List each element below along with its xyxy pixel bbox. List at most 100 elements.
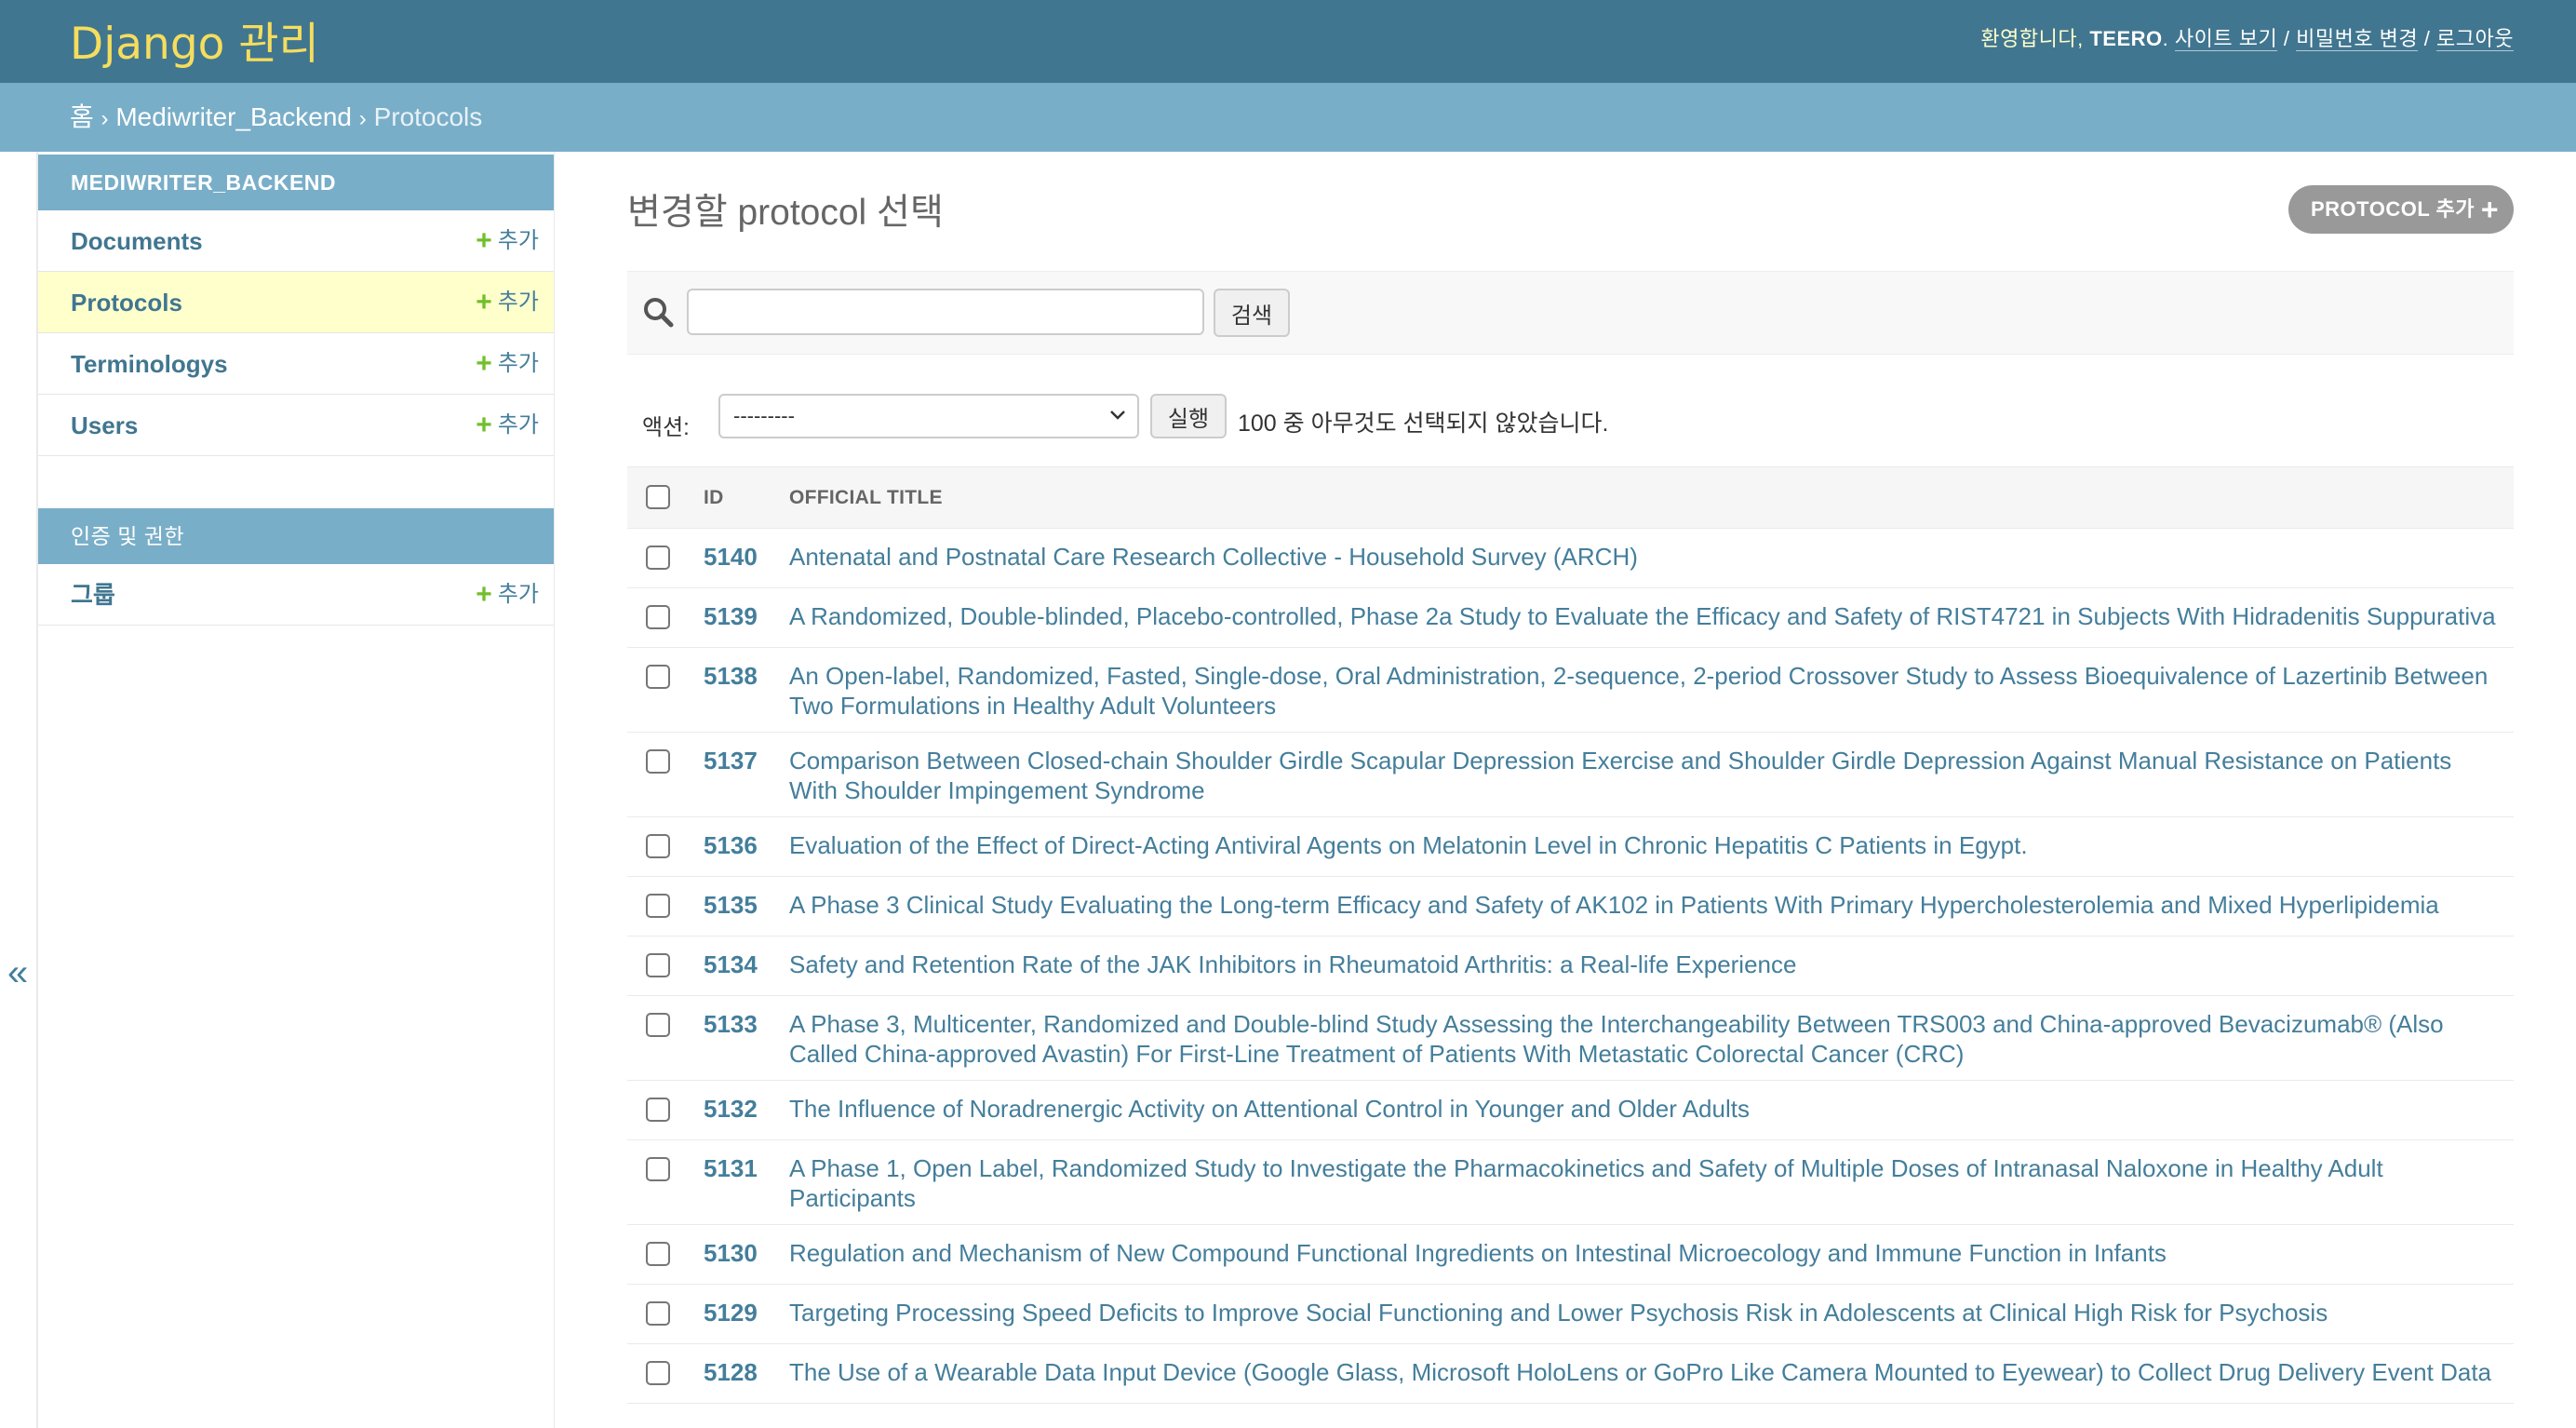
row-id-link[interactable]: 5131 xyxy=(704,1154,758,1182)
row-id-link[interactable]: 5130 xyxy=(704,1239,758,1267)
add-groups-link[interactable]: + 추가 xyxy=(476,564,539,626)
row-id-link[interactable]: 5140 xyxy=(704,543,758,571)
app-caption[interactable]: MEDIWRITER_BACKEND xyxy=(38,155,554,210)
row-checkbox-cell xyxy=(627,732,704,817)
row-checkbox-cell xyxy=(627,647,704,733)
row-title-link[interactable]: An Open-label, Randomized, Fasted, Singl… xyxy=(789,662,2488,720)
column-header-id[interactable]: ID xyxy=(704,466,789,529)
add-users-link[interactable]: + 추가 xyxy=(476,395,539,456)
row-id-link[interactable]: 5137 xyxy=(704,747,758,775)
add-protocol-button[interactable]: PROTOCOL 추가 + xyxy=(2288,185,2514,234)
row-title-link[interactable]: The Use of a Wearable Data Input Device … xyxy=(789,1358,2491,1386)
row-checkbox[interactable] xyxy=(646,1013,670,1037)
add-protocols-link[interactable]: + 추가 xyxy=(476,272,539,333)
sidebar-toggle[interactable]: « xyxy=(0,152,37,1428)
row-checkbox-cell xyxy=(627,1139,704,1225)
row-id-link[interactable]: 5139 xyxy=(704,602,758,630)
sidebar-link-groups[interactable]: 그룹 xyxy=(71,581,115,609)
table-row: 5136 Evaluation of the Effect of Direct-A… xyxy=(627,816,2514,877)
row-id-link[interactable]: 5138 xyxy=(704,662,758,690)
row-checkbox[interactable] xyxy=(646,749,670,774)
row-title-link[interactable]: A Randomized, Double-blinded, Placebo-co… xyxy=(789,602,2496,630)
select-all-header xyxy=(627,466,704,529)
add-label: 추가 xyxy=(497,290,539,315)
sidebar-link-users[interactable]: Users xyxy=(71,411,138,439)
logout-link[interactable]: 로그아웃 xyxy=(2436,27,2514,51)
table-row: 5129 Targeting Processing Speed Deficits … xyxy=(627,1284,2514,1344)
row-title-link[interactable]: Comparison Between Closed-chain Shoulder… xyxy=(789,747,2451,804)
user-tools-separator: / xyxy=(2283,27,2290,50)
column-header-official-title[interactable]: OFFICIAL TITLE xyxy=(789,466,2514,529)
search-toolbar: 검색 xyxy=(627,271,2514,355)
row-title-link[interactable]: Evaluation of the Effect of Direct-Actin… xyxy=(789,831,2028,859)
row-checkbox[interactable] xyxy=(646,834,670,858)
view-site-link[interactable]: 사이트 보기 xyxy=(2174,27,2278,51)
row-title-link[interactable]: A Phase 1, Open Label, Randomized Study … xyxy=(789,1154,2383,1212)
row-title-link[interactable]: Targeting Processing Speed Deficits to I… xyxy=(789,1299,2328,1327)
auth-caption[interactable]: 인증 및 권한 xyxy=(38,508,554,564)
sidebar-link-terminologys[interactable]: Terminologys xyxy=(71,350,228,378)
row-title-link[interactable]: A Phase 3, Multicenter, Randomized and D… xyxy=(789,1010,2444,1068)
nav-sidebar: MEDIWRITER_BACKEND Documents + 추가 Protoco… xyxy=(37,152,555,1428)
action-select[interactable]: --------- xyxy=(718,394,1139,438)
row-checkbox-cell xyxy=(627,995,704,1081)
row-id-cell: 5138 xyxy=(704,647,789,733)
row-id-link[interactable]: 5134 xyxy=(704,950,758,978)
breadcrumb-home[interactable]: 홈 xyxy=(70,102,94,131)
double-chevron-left-icon[interactable]: « xyxy=(7,952,28,994)
search-button[interactable]: 검색 xyxy=(1214,289,1290,337)
row-id-link[interactable]: 5133 xyxy=(704,1010,758,1038)
site-branding[interactable]: Django 관리 xyxy=(70,7,319,72)
row-id-cell: 5132 xyxy=(704,1080,789,1140)
row-id-link[interactable]: 5129 xyxy=(704,1299,758,1327)
table-row: 5140 Antenatal and Postnatal Care Researc… xyxy=(627,528,2514,588)
row-id-cell: 5128 xyxy=(704,1343,789,1404)
row-id-cell: 5137 xyxy=(704,732,789,817)
row-id-cell: 5134 xyxy=(704,936,789,996)
row-checkbox[interactable] xyxy=(646,605,670,629)
sidebar-item-documents: Documents + 추가 xyxy=(38,210,554,272)
sidebar-item-groups: 그룹 + 추가 xyxy=(38,564,554,626)
sidebar-link-protocols[interactable]: Protocols xyxy=(71,289,182,317)
row-checkbox[interactable] xyxy=(646,1361,670,1385)
row-id-link[interactable]: 5135 xyxy=(704,891,758,919)
row-checkbox[interactable] xyxy=(646,953,670,977)
row-checkbox-cell xyxy=(627,936,704,996)
row-title-link[interactable]: Antenatal and Postnatal Care Research Co… xyxy=(789,543,1638,571)
row-checkbox[interactable] xyxy=(646,1157,670,1181)
table-row: 5131 A Phase 1, Open Label, Randomized St… xyxy=(627,1139,2514,1225)
row-id-link[interactable]: 5136 xyxy=(704,831,758,859)
row-checkbox[interactable] xyxy=(646,894,670,918)
chevron-down-icon xyxy=(1110,411,1125,420)
search-input[interactable] xyxy=(687,289,1204,335)
row-title-cell: Targeting Processing Speed Deficits to I… xyxy=(789,1284,2514,1344)
sidebar-link-documents[interactable]: Documents xyxy=(71,227,203,255)
row-checkbox[interactable] xyxy=(646,1098,670,1122)
row-checkbox[interactable] xyxy=(646,546,670,570)
row-title-link[interactable]: Safety and Retention Rate of the JAK Inh… xyxy=(789,950,1796,978)
row-checkbox[interactable] xyxy=(646,665,670,689)
row-title-cell: A Phase 1, Open Label, Randomized Study … xyxy=(789,1139,2514,1225)
breadcrumb-separator: › xyxy=(358,106,367,131)
row-checkbox[interactable] xyxy=(646,1301,670,1326)
row-checkbox[interactable] xyxy=(646,1242,670,1266)
action-select-value: --------- xyxy=(733,404,795,427)
row-id-link[interactable]: 5128 xyxy=(704,1358,758,1386)
add-terminologys-link[interactable]: + 추가 xyxy=(476,333,539,395)
table-row: 5135 A Phase 3 Clinical Study Evaluating … xyxy=(627,876,2514,936)
actions-bar: 액션: --------- 실행 100 중 아무것도 선택되지 않았습니다. xyxy=(627,394,2514,466)
row-title-link[interactable]: The Influence of Noradrenergic Activity … xyxy=(789,1095,1750,1123)
row-id-link[interactable]: 5132 xyxy=(704,1095,758,1123)
table-row: 5134 Safety and Retention Rate of the JAK… xyxy=(627,936,2514,996)
select-all-checkbox[interactable] xyxy=(646,484,670,509)
change-password-link[interactable]: 비밀번호 변경 xyxy=(2296,27,2419,51)
run-action-button[interactable]: 실행 xyxy=(1150,394,1227,438)
row-title-link[interactable]: A Phase 3 Clinical Study Evaluating the … xyxy=(789,891,2439,919)
breadcrumb-app[interactable]: Mediwriter_Backend xyxy=(115,102,352,131)
add-documents-link[interactable]: + 추가 xyxy=(476,210,539,272)
breadcrumb-separator: › xyxy=(101,106,109,131)
row-title-cell: A Phase 3 Clinical Study Evaluating the … xyxy=(789,876,2514,936)
row-title-link[interactable]: Regulation and Mechanism of New Compound… xyxy=(789,1239,2167,1267)
row-id-cell: 5133 xyxy=(704,995,789,1081)
page-title: 변경할 protocol 선택 xyxy=(627,193,944,233)
